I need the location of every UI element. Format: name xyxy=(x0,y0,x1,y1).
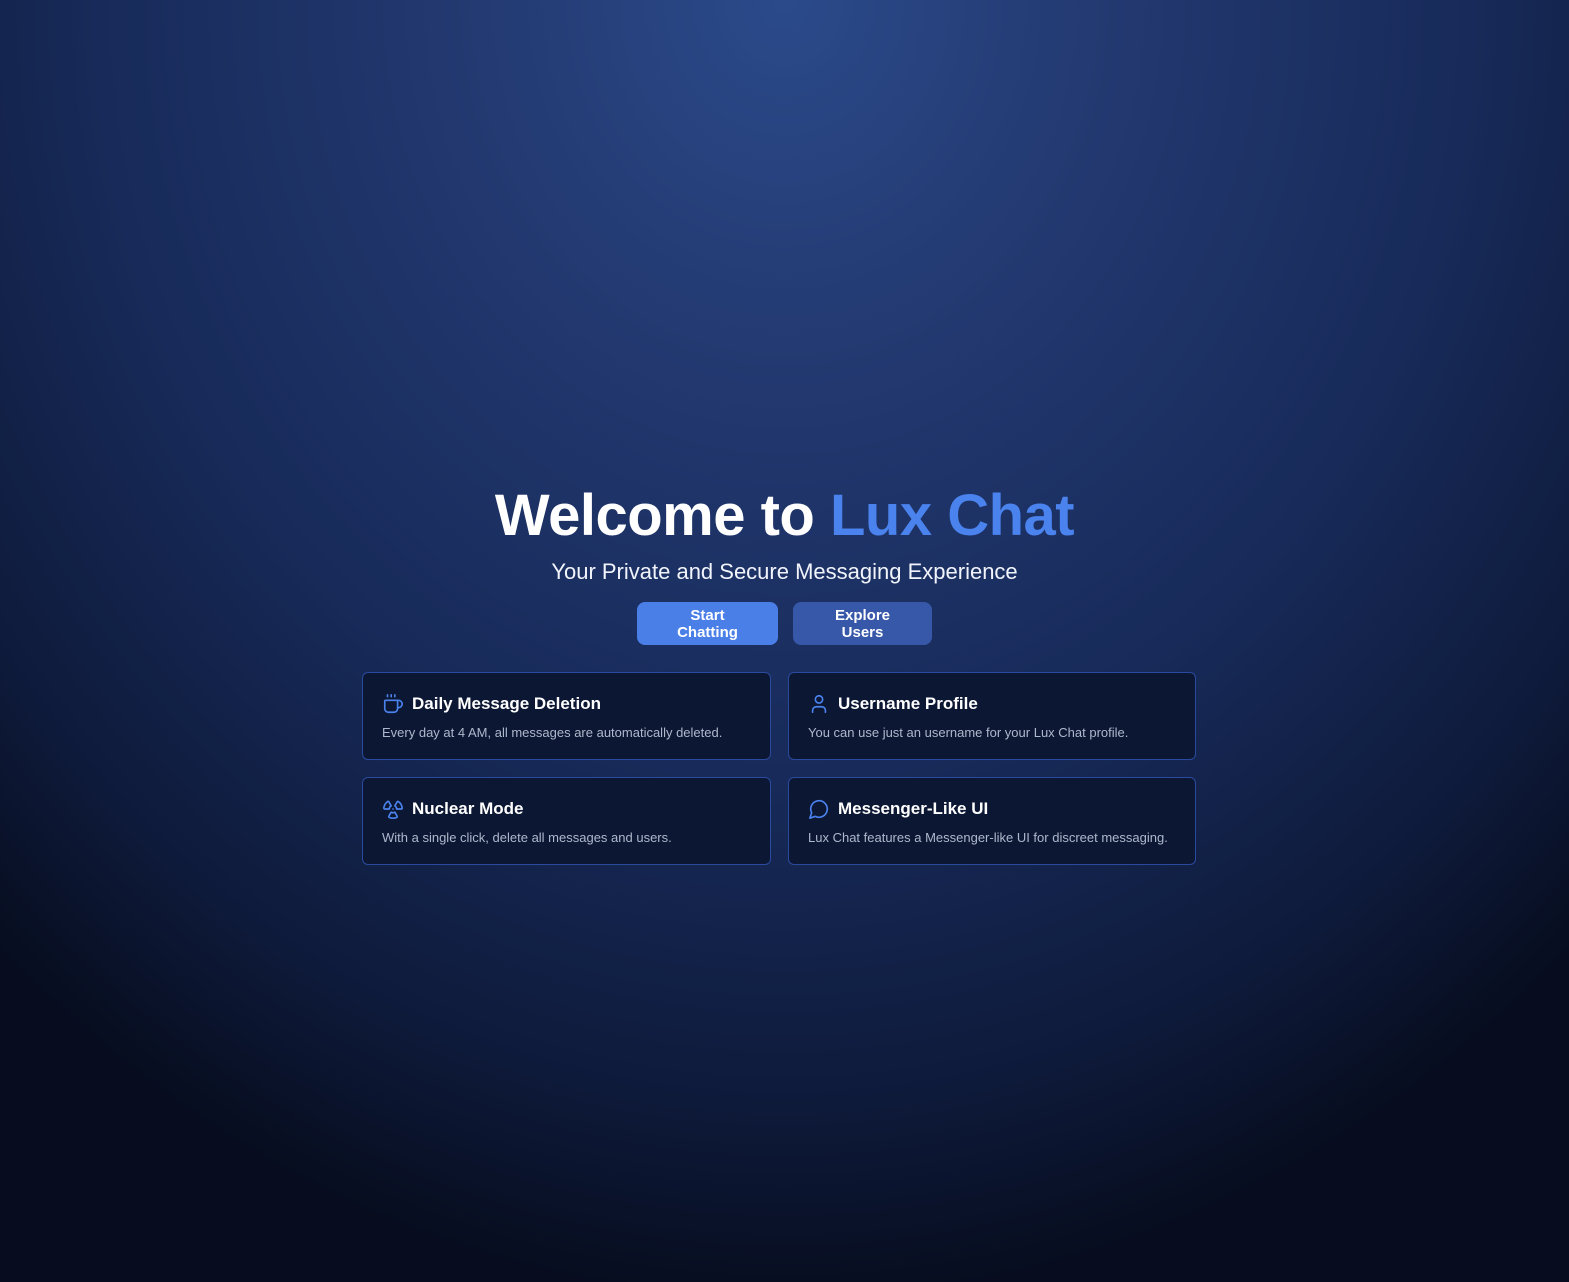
feature-card-nuclear-mode: Nuclear Mode With a single click, delete… xyxy=(362,777,771,865)
feature-description: Lux Chat features a Messenger-like UI fo… xyxy=(808,830,1168,845)
explore-users-button[interactable]: Explore Users xyxy=(793,602,932,645)
feature-card-daily-deletion: Daily Message Deletion Every day at 4 AM… xyxy=(362,672,771,760)
coffee-cup-icon xyxy=(382,693,404,715)
feature-title: Username Profile xyxy=(838,694,978,713)
user-icon xyxy=(808,693,830,715)
page-title: Welcome to Lux Chat xyxy=(0,480,1569,552)
feature-title: Daily Message Deletion xyxy=(412,694,601,713)
message-circle-icon xyxy=(808,798,830,820)
feature-card-header: Username Profile xyxy=(808,692,1176,716)
brand-name: Lux Chat xyxy=(829,483,1075,548)
start-chatting-button[interactable]: Start Chatting xyxy=(637,602,778,645)
feature-grid: Daily Message Deletion Every day at 4 AM… xyxy=(362,672,1196,865)
hero-actions: Start Chatting Explore Users xyxy=(0,602,1569,645)
feature-card-header: Nuclear Mode xyxy=(382,797,751,821)
feature-title: Messenger-Like UI xyxy=(838,799,989,818)
feature-description: With a single click, delete all messages… xyxy=(382,830,672,845)
feature-title: Nuclear Mode xyxy=(412,799,524,818)
hero: Welcome to Lux Chat Your Private and Sec… xyxy=(0,480,1569,645)
feature-card-header: Daily Message Deletion xyxy=(382,692,751,716)
page-subtitle: Your Private and Secure Messaging Experi… xyxy=(551,559,1018,584)
feature-description: Every day at 4 AM, all messages are auto… xyxy=(382,725,723,740)
feature-card-username-profile: Username Profile You can use just an use… xyxy=(788,672,1196,760)
feature-card-header: Messenger-Like UI xyxy=(808,797,1176,821)
title-prefix: Welcome to xyxy=(494,483,815,548)
feature-description: You can use just an username for your Lu… xyxy=(808,725,1129,740)
feature-card-messenger-ui: Messenger-Like UI Lux Chat features a Me… xyxy=(788,777,1196,865)
radiation-icon xyxy=(382,798,404,820)
